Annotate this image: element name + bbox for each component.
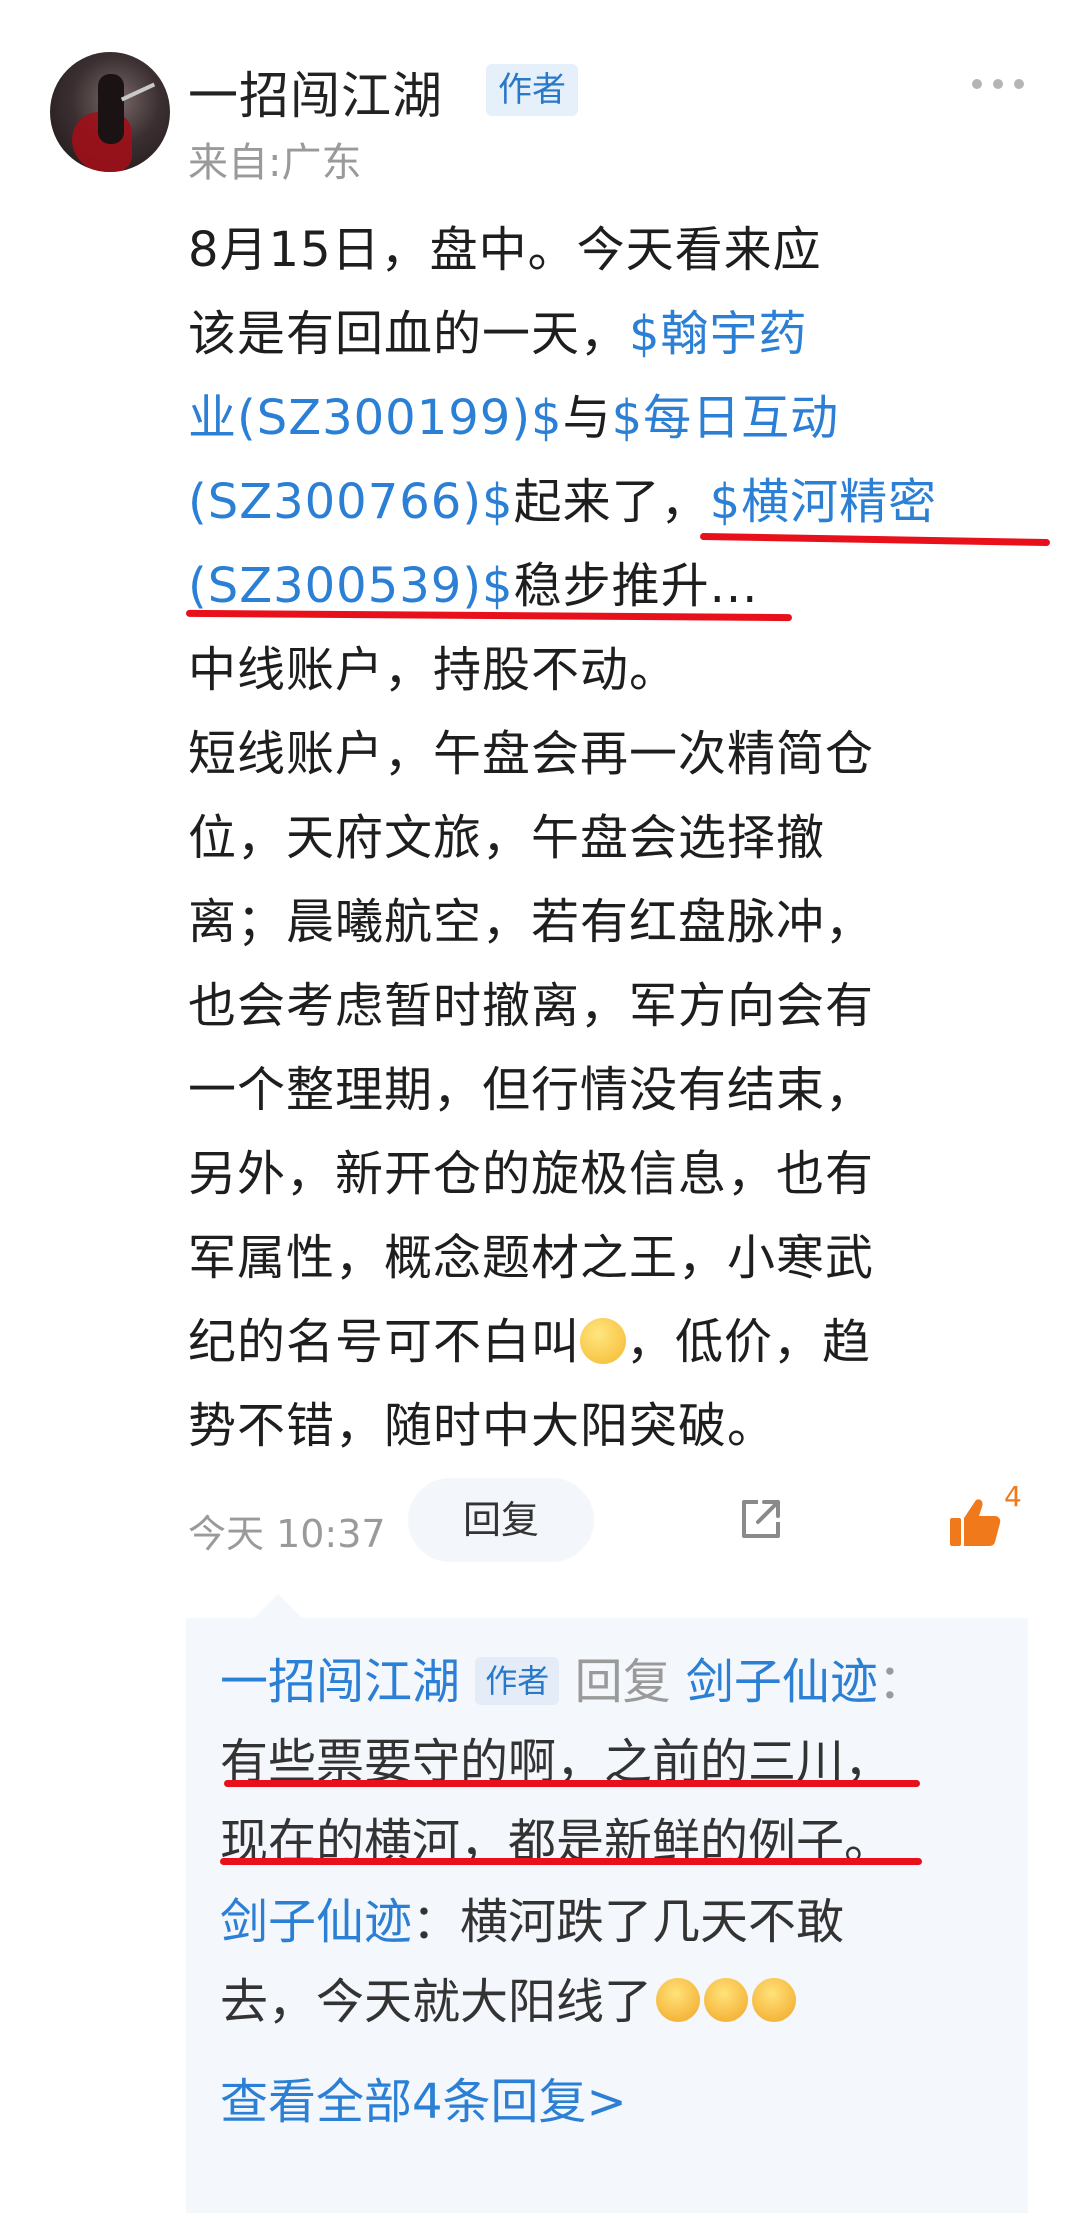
annotation-underline — [224, 1780, 920, 1787]
content-text: 稳步推升... — [513, 558, 759, 614]
crying-emoji-icon — [752, 1978, 797, 2022]
more-dots-icon[interactable] — [972, 74, 1024, 94]
content-text: 8月15日，盘中。今天看来应 — [188, 222, 822, 278]
reply-text: 去，今天就大阳线了 — [220, 1974, 653, 2030]
reply-text-line: 去，今天就大阳线了 — [220, 1962, 1010, 2042]
stock-link-hanyu[interactable]: 业(SZ300199)$ — [188, 390, 563, 446]
view-all-replies-link[interactable]: 查看全部4条回复> — [220, 2074, 627, 2130]
stock-link-meiri[interactable]: (SZ300766)$ — [188, 474, 514, 530]
content-text: 纪的名号可不白叫 — [188, 1314, 581, 1370]
reply-author-badge: 作者 — [475, 1657, 560, 1705]
reply-author[interactable]: 剑子仙迹 — [220, 1894, 412, 1950]
content-line: 纪的名号可不白叫 ，低价，趋 — [188, 1300, 1008, 1384]
content-line: 8月15日，盘中。今天看来应 — [188, 208, 1008, 292]
content-line: (SZ300766)$起来了，$横河精密 — [188, 460, 1008, 544]
thumbs-up-icon[interactable] — [948, 1496, 1002, 1550]
author-avatar[interactable] — [50, 52, 170, 172]
smirk-emoji-icon — [580, 1318, 627, 1364]
post-content: 8月15日，盘中。今天看来应 该是有回血的一天，$翰宇药 业(SZ300199)… — [188, 208, 1008, 1468]
content-line: 短线账户，午盘会再一次精简仓 — [188, 726, 875, 782]
content-line: 该是有回血的一天，$翰宇药 — [188, 292, 1008, 376]
post-time: 今天 10:37 — [188, 1512, 386, 1556]
content-line: 业(SZ300199)$与$每日互动 — [188, 376, 1008, 460]
content-line: 也会考虑暂时撤离，军方向会有 — [188, 978, 875, 1034]
reply-text-line: 有些票要守的啊，之前的三川， — [220, 1734, 893, 1790]
replies-content: 一招闯江湖 作者 回复 剑子仙迹： 有些票要守的啊，之前的三川， 现在的横河，都… — [220, 1642, 1010, 2142]
share-icon[interactable] — [738, 1496, 784, 1542]
reply-text: ：横河跌了几天不敢 — [412, 1894, 845, 1950]
reply-item: 剑子仙迹：横河跌了几天不敢 — [220, 1882, 1010, 1962]
content-line: 势不错，随时中大阳突破。 — [188, 1398, 777, 1454]
stock-link-meiri[interactable]: $每日互动 — [612, 390, 840, 446]
reply-item: 一招闯江湖 作者 回复 剑子仙迹： — [220, 1642, 1010, 1722]
like-count: 4 — [1004, 1480, 1022, 1513]
reply-text-line: 现在的横河，都是新鲜的例子。 — [220, 1814, 893, 1870]
content-line: 中线账户，持股不动。 — [188, 642, 679, 698]
reply-button[interactable]: 回复 — [408, 1478, 594, 1562]
content-line: 位，天府文旅，午盘会选择撤 — [188, 810, 826, 866]
author-badge: 作者 — [486, 64, 578, 116]
content-text: 该是有回血的一天， — [188, 306, 630, 362]
content-text: 起来了， — [513, 474, 710, 530]
replies-box: 一招闯江湖 作者 回复 剑子仙迹： 有些票要守的啊，之前的三川， 现在的横河，都… — [186, 1594, 1028, 2213]
stock-link-hanyu[interactable]: $翰宇药 — [629, 306, 808, 362]
content-line: 一个整理期，但行情没有结束， — [188, 1062, 875, 1118]
author-name[interactable]: 一招闯江湖 — [188, 56, 443, 128]
content-line: 离；晨曦航空，若有红盘脉冲， — [188, 894, 875, 950]
content-line: 军属性，概念题材之王，小寒武 — [188, 1230, 875, 1286]
reply-colon: ： — [877, 1654, 926, 1710]
crying-emoji-icon — [704, 1978, 749, 2022]
view-all-line: 查看全部4条回复> — [220, 2062, 1010, 2142]
crying-emoji-icon — [656, 1978, 701, 2022]
reply-word: 回复 — [574, 1654, 671, 1710]
stock-link-henghe[interactable]: (SZ300539)$ — [188, 558, 514, 614]
reply-target[interactable]: 剑子仙迹 — [686, 1654, 878, 1710]
content-line: 另外，新开仓的旋极信息，也有 — [188, 1146, 875, 1202]
stock-link-henghe[interactable]: $横河精密 — [710, 474, 938, 530]
annotation-underline — [220, 1858, 922, 1865]
content-text: 与 — [562, 390, 612, 446]
reply-author[interactable]: 一招闯江湖 — [220, 1654, 460, 1710]
post-location: 来自:广东 — [188, 140, 362, 186]
content-text: ，低价，趋 — [626, 1314, 872, 1370]
